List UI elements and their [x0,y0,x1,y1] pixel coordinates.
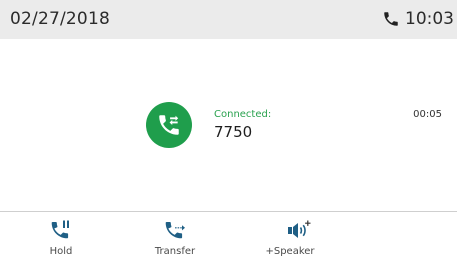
phone-icon [382,10,400,28]
phone-screen: 02/27/2018 10:03 Connected: 7750 00:05 H… [0,0,457,265]
softkey-bar: Hold Transfer +Speaker [0,211,457,265]
transfer-label: Transfer [154,246,196,257]
hold-button[interactable]: Hold [1,212,121,265]
status-bar: 02/27/2018 10:03 [0,0,457,39]
status-date: 02/27/2018 [10,9,110,29]
call-state: Connected: [214,109,272,120]
call-number: 7750 [214,123,253,141]
call-area: Connected: 7750 00:05 [0,39,457,211]
speaker-button[interactable]: +Speaker [230,212,350,265]
status-time: 10:03 [405,9,454,29]
status-right: 10:03 [382,9,454,29]
transfer-icon [162,217,188,247]
call-timer: 00:05 [413,109,442,120]
call-transfer-icon [146,102,192,148]
speaker-label: +Speaker [265,246,315,257]
speaker-icon [285,217,315,247]
hold-label: Hold [49,246,73,257]
transfer-button[interactable]: Transfer [115,212,235,265]
hold-icon [48,217,74,247]
